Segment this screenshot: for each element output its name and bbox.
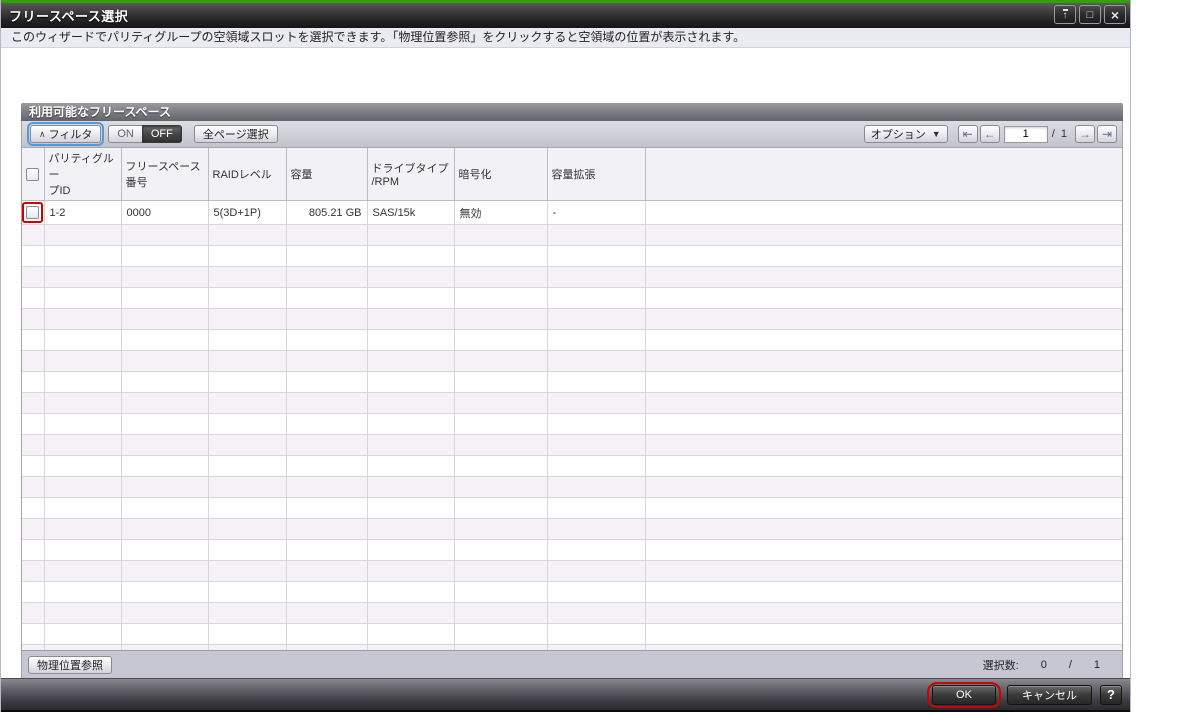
- table-row[interactable]: 1-2 0000 5(3D+1P) 805.21 GB SAS/15k 無効 -: [22, 200, 1122, 225]
- close-icon: ×: [1110, 6, 1120, 23]
- empty-row: [22, 245, 1122, 267]
- column-header-free-space-number[interactable]: フリースペース 番号: [120, 148, 209, 201]
- cell-raid-level: 5(3D+1P): [208, 200, 287, 225]
- cell-filler: [645, 200, 1122, 225]
- row-checkbox-cell: [22, 200, 45, 225]
- dialog-title: フリースペース選択: [9, 9, 129, 24]
- cell-free-space-number: 0000: [121, 200, 209, 225]
- empty-row: [22, 623, 1122, 645]
- filter-focus-highlight: ∧ フィルタ: [27, 122, 105, 146]
- dialog-footer: OK キャンセル ?: [1, 678, 1130, 712]
- prev-page-icon: ←: [983, 127, 996, 141]
- table-header: パリティグルー プID フリースペース 番号 RAIDレベル 容量 ドライブタイ…: [22, 148, 1122, 201]
- empty-row: [22, 497, 1122, 519]
- options-button[interactable]: オプション ▼: [863, 125, 948, 143]
- dialog-titlebar[interactable]: フリースペース選択 ↑ □ ×: [1, 3, 1130, 28]
- column-header-filler: [644, 148, 1122, 201]
- column-header-parity-group-id[interactable]: パリティグルー プID: [43, 148, 122, 201]
- cancel-button[interactable]: キャンセル: [1007, 684, 1092, 705]
- page-total-label: / 1: [1051, 128, 1067, 140]
- last-page-icon: ⇥: [1101, 127, 1113, 141]
- cell-capacity: 805.21 GB: [286, 200, 368, 225]
- table-body: 1-2 0000 5(3D+1P) 805.21 GB SAS/15k 無効 -: [22, 200, 1122, 650]
- filter-collapse-icon: ∧: [39, 128, 46, 139]
- window-controls: ↑ □ ×: [1054, 5, 1126, 24]
- empty-row: [22, 434, 1122, 456]
- empty-row: [22, 518, 1122, 540]
- cell-capacity-expansion: -: [547, 200, 646, 225]
- ok-button[interactable]: OK: [932, 684, 996, 705]
- empty-row: [22, 560, 1122, 582]
- empty-row: [22, 476, 1122, 498]
- ok-annotation-highlight: OK: [927, 681, 1001, 708]
- column-header-raid-level[interactable]: RAIDレベル: [207, 148, 287, 201]
- prev-page-button[interactable]: ←: [979, 125, 1000, 143]
- table-bottom-bar: 物理位置参照 選択数: 0 / 1: [22, 650, 1122, 678]
- toolbar-right-group: オプション ▼ ⇤ ← / 1 → ⇥: [863, 125, 1117, 143]
- maximize-button[interactable]: □: [1079, 5, 1101, 24]
- empty-row: [22, 329, 1122, 351]
- empty-row: [22, 539, 1122, 561]
- cell-parity-group-id: 1-2: [44, 200, 122, 225]
- select-all-checkbox[interactable]: [26, 167, 40, 181]
- empty-row: [22, 224, 1122, 246]
- close-button[interactable]: ×: [1104, 5, 1126, 24]
- column-header-encryption[interactable]: 暗号化: [453, 148, 548, 201]
- available-free-space-panel: 利用可能なフリースペース ∧ フィルタ ON OFF 全ページ選択 オプション …: [21, 103, 1123, 679]
- maximize-icon: □: [1086, 8, 1094, 21]
- first-page-button[interactable]: ⇤: [957, 125, 978, 143]
- selected-count-value: 0: [1040, 658, 1047, 671]
- column-header-capacity-expansion[interactable]: 容量拡張: [546, 148, 646, 201]
- selected-count-total: 1: [1093, 658, 1100, 671]
- empty-row: [22, 581, 1122, 603]
- filter-on-off-toggle: ON OFF: [108, 125, 182, 143]
- cell-encryption: 無効: [454, 200, 548, 225]
- selected-count-label: 選択数:: [982, 659, 1019, 672]
- rollup-button[interactable]: ↑: [1054, 5, 1076, 24]
- rollup-icon: ↑: [1062, 8, 1068, 21]
- wizard-description: このウィザードでパリティグループの空領域スロットを選択できます。「物理位置参照」…: [1, 28, 1130, 48]
- empty-row: [22, 602, 1122, 624]
- filter-button-label: フィルタ: [48, 129, 93, 141]
- filter-on-button[interactable]: ON: [108, 125, 142, 143]
- select-all-header-cell: [22, 148, 45, 201]
- select-all-pages-button[interactable]: 全ページ選択: [193, 125, 278, 143]
- selected-count: 選択数: 0 / 1: [983, 657, 1116, 673]
- filter-off-button[interactable]: OFF: [141, 125, 182, 143]
- empty-row: [22, 371, 1122, 393]
- next-page-icon: →: [1079, 127, 1091, 141]
- page-number-input[interactable]: [1003, 125, 1048, 143]
- row-checkbox[interactable]: [26, 206, 40, 219]
- help-button[interactable]: ?: [1100, 684, 1122, 705]
- free-space-select-dialog: フリースペース選択 ↑ □ × このウィザードでパリティグループの空領域スロット…: [0, 0, 1131, 712]
- table-toolbar: ∧ フィルタ ON OFF 全ページ選択 オプション ▼ ⇤ ← 1 / 1 →…: [22, 121, 1122, 148]
- toolbar-left-group: ∧ フィルタ ON OFF 全ページ選択: [27, 122, 278, 146]
- empty-row: [22, 392, 1122, 414]
- empty-row: [22, 287, 1122, 309]
- last-page-button[interactable]: ⇥: [1097, 125, 1117, 143]
- cell-drive-type-rpm: SAS/15k: [367, 200, 455, 225]
- filter-button[interactable]: ∧ フィルタ: [30, 125, 102, 143]
- column-header-capacity[interactable]: 容量: [285, 148, 368, 201]
- physical-location-button[interactable]: 物理位置参照: [28, 655, 112, 674]
- free-space-table: パリティグルー プID フリースペース 番号 RAIDレベル 容量 ドライブタイ…: [22, 148, 1122, 650]
- empty-row: [22, 308, 1122, 330]
- checkbox-annotation-highlight: [22, 202, 43, 223]
- panel-body: ∧ フィルタ ON OFF 全ページ選択 オプション ▼ ⇤ ← 1 / 1 →…: [21, 121, 1123, 679]
- first-page-icon: ⇤: [962, 127, 973, 141]
- empty-row: [22, 350, 1122, 372]
- empty-row: [22, 266, 1122, 288]
- empty-row: [22, 413, 1122, 435]
- options-button-label: オプション: [870, 129, 926, 141]
- empty-row: [22, 455, 1122, 477]
- selected-count-separator: /: [1068, 658, 1072, 671]
- dropdown-arrow-icon: ▼: [931, 129, 941, 139]
- next-page-button[interactable]: →: [1075, 125, 1095, 143]
- column-header-drive-type-rpm[interactable]: ドライブタイプ /RPM: [366, 148, 455, 201]
- panel-title: 利用可能なフリースペース: [21, 103, 1123, 121]
